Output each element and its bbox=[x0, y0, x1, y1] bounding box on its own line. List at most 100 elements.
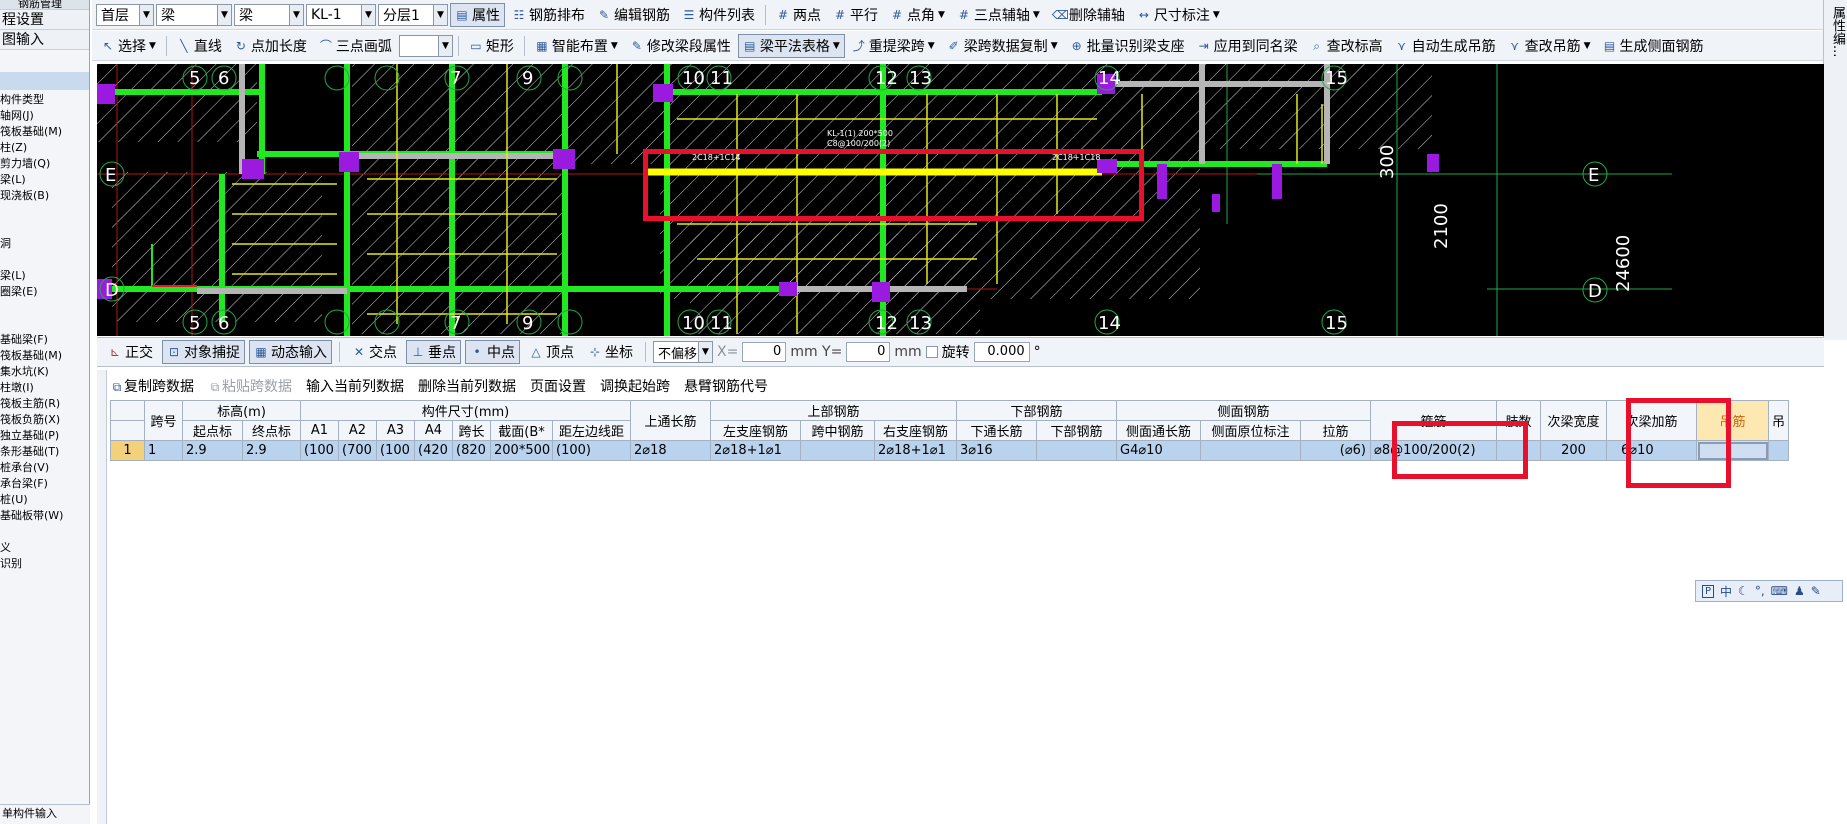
cell-end-elev[interactable]: 2.9 bbox=[242, 440, 301, 461]
tree-item[interactable]: 梁(L) bbox=[0, 172, 88, 188]
keyboard-icon[interactable]: ⌨ bbox=[1771, 584, 1788, 598]
tree-item[interactable]: 柱(Z) bbox=[0, 140, 88, 156]
offset-select[interactable]: 不偏移 ▼ bbox=[653, 341, 713, 363]
tree-item[interactable]: 圈梁(E) bbox=[0, 284, 88, 300]
ime-mode-label[interactable]: 中 bbox=[1720, 583, 1732, 600]
input-column-button[interactable]: 输入当前列数据 bbox=[306, 376, 404, 396]
cell-a1[interactable]: (100 bbox=[300, 440, 339, 461]
tree-item[interactable] bbox=[0, 252, 88, 268]
cell-a2[interactable]: (700 bbox=[338, 440, 377, 461]
swap-start-span-button[interactable]: 调换起始跨 bbox=[600, 376, 670, 396]
tree-item[interactable]: 剪力墙(Q) bbox=[0, 156, 88, 172]
tree-item[interactable]: 桩承台(V) bbox=[0, 460, 88, 476]
cell-secondary-width[interactable]: 200 bbox=[1540, 440, 1607, 461]
check-elevation-button[interactable]: ⌕ 查改标高 bbox=[1305, 34, 1388, 58]
smart-layout-button[interactable]: ▦ 智能布置 ▼ bbox=[530, 34, 623, 58]
cell-side-continuous[interactable]: G4⌀10 bbox=[1116, 440, 1201, 461]
side-rebar-button[interactable]: ▤ 生成侧面钢筋 bbox=[1598, 34, 1709, 58]
span-copy-button[interactable]: ✐ 梁跨数据复制 ▼ bbox=[942, 34, 1063, 58]
intersection-snap-toggle[interactable]: ✕ 交点 bbox=[347, 340, 402, 364]
copy-span-data-button[interactable]: ⧉ 复制跨数据 bbox=[110, 376, 194, 396]
tree-item[interactable]: 桩(U) bbox=[0, 492, 88, 508]
cell-right-support[interactable]: 2⌀18+1⌀1 bbox=[874, 440, 957, 461]
tree-item[interactable]: 集水坑(K) bbox=[0, 364, 88, 380]
auto-hanger-button[interactable]: ⋎ 自动生成吊筋 bbox=[1390, 34, 1501, 58]
rectangle-button[interactable]: ▭ 矩形 bbox=[464, 34, 519, 58]
tree-item[interactable]: 柱墩(I) bbox=[0, 380, 88, 396]
modify-beam-segment-button[interactable]: ✎ 修改梁段属性 bbox=[625, 34, 736, 58]
component-select[interactable]: KL-1 ▼ bbox=[306, 3, 376, 26]
delete-axis-button[interactable]: ⌫ 删除辅轴 bbox=[1047, 3, 1130, 27]
cell-hanger-extra[interactable] bbox=[1768, 440, 1789, 461]
cell-side-original[interactable] bbox=[1200, 440, 1301, 461]
three-point-arc-button[interactable]: ⌒ 三点画弧 bbox=[314, 34, 397, 58]
y-input[interactable]: 0 bbox=[846, 342, 891, 362]
page-setup-button[interactable]: 页面设置 bbox=[530, 376, 586, 396]
rebar-layout-button[interactable]: ☷ 钢筋排布 bbox=[507, 3, 590, 27]
ortho-toggle[interactable]: ⊾ 正交 bbox=[103, 340, 158, 364]
cell-a3[interactable]: (100 bbox=[376, 440, 415, 461]
tree-item[interactable]: 义 bbox=[0, 540, 88, 556]
punctuation-icon[interactable]: °, bbox=[1755, 584, 1765, 598]
subtype-select[interactable]: 梁 ▼ bbox=[234, 3, 304, 26]
cell-tie-bar[interactable]: (⌀6) bbox=[1300, 440, 1371, 461]
select-button[interactable]: ↖ 选择 ▼ bbox=[96, 34, 161, 58]
rotate-checkbox[interactable] bbox=[925, 346, 938, 358]
single-component-input[interactable]: 单构件输入 bbox=[0, 804, 90, 824]
cell-offset[interactable]: (100) bbox=[552, 440, 631, 461]
tree-item[interactable]: 筏板基础(M) bbox=[0, 124, 88, 140]
tree-item[interactable]: 轴网(J) bbox=[0, 108, 88, 124]
cell-mid-span[interactable] bbox=[800, 440, 875, 461]
dynamic-input-toggle[interactable]: ▦ 动态输入 bbox=[249, 340, 332, 364]
properties-button[interactable]: ▤ 属性 bbox=[450, 2, 505, 27]
tree-item[interactable]: 洞 bbox=[0, 236, 88, 252]
ime-toolbar[interactable]: P 中 ☾ °, ⌨ ♟ ✎ bbox=[1695, 580, 1843, 602]
object-snap-toggle[interactable]: ⊡ 对象捕捉 bbox=[162, 340, 245, 364]
tree-item[interactable] bbox=[0, 316, 88, 332]
cell-span-length[interactable]: (820 bbox=[452, 440, 491, 461]
tree-item[interactable]: 条形基础(T) bbox=[0, 444, 88, 460]
moon-icon[interactable]: ☾ bbox=[1738, 584, 1749, 598]
delete-column-button[interactable]: 删除当前列数据 bbox=[418, 376, 516, 396]
batch-identify-button[interactable]: ⊕ 批量识别梁支座 bbox=[1065, 34, 1190, 58]
cell-bottom-rebar[interactable] bbox=[1036, 440, 1117, 461]
point-angle-button[interactable]: # 点角 ▼ bbox=[885, 3, 950, 27]
table-row[interactable]: 1 1 2.9 2.9 (100 (700 (100 (420 (820 200… bbox=[110, 440, 1789, 461]
x-input[interactable]: 0 bbox=[742, 342, 787, 362]
user-icon[interactable]: ♟ bbox=[1794, 584, 1805, 598]
cell-span-no[interactable]: 1 bbox=[144, 440, 183, 461]
tree-item[interactable]: 筏板主筋(R) bbox=[0, 396, 88, 412]
type-select[interactable]: 梁 ▼ bbox=[156, 3, 232, 26]
tree-item[interactable]: 筏板基础(M) bbox=[0, 348, 88, 364]
properties-side-tab[interactable]: 属性编... bbox=[1823, 0, 1847, 340]
point-length-button[interactable]: ↻ 点加长度 bbox=[229, 34, 312, 58]
row-index[interactable]: 1 bbox=[110, 440, 145, 461]
tree-item[interactable]: 构件类型 bbox=[0, 92, 88, 108]
tree-item[interactable]: 筏板负筋(X) bbox=[0, 412, 88, 428]
rotate-input[interactable]: 0.000 bbox=[973, 342, 1030, 362]
section-drawing-input[interactable]: 图输入 bbox=[0, 30, 89, 50]
cantilever-code-button[interactable]: 悬臂钢筋代号 bbox=[684, 376, 768, 396]
tree-item[interactable] bbox=[0, 300, 88, 316]
check-hanger-button[interactable]: ⋎ 查改吊筋 ▼ bbox=[1503, 34, 1596, 58]
cell-left-support[interactable]: 2⌀18+1⌀1 bbox=[710, 440, 801, 461]
tree-item[interactable] bbox=[0, 220, 88, 236]
edit-rebar-button[interactable]: ✎ 编辑钢筋 bbox=[592, 3, 675, 27]
parallel-axis-button[interactable]: # 平行 bbox=[828, 3, 883, 27]
wrench-icon[interactable]: ✎ bbox=[1811, 584, 1821, 598]
arc-option-select[interactable]: ▼ bbox=[398, 34, 453, 57]
section-project-settings[interactable]: 程设置 bbox=[0, 10, 89, 30]
cell-section[interactable]: 200*500 bbox=[490, 440, 553, 461]
dimension-button[interactable]: ↔ 尺寸标注 ▼ bbox=[1132, 3, 1225, 27]
tree-item[interactable]: 现浇板(B) bbox=[0, 188, 88, 204]
floor-select[interactable]: 首层 ▼ bbox=[96, 3, 154, 26]
three-point-axis-button[interactable]: # 三点辅轴 ▼ bbox=[952, 3, 1045, 27]
apply-same-name-button[interactable]: ⇥ 应用到同名梁 bbox=[1192, 34, 1303, 58]
tree-item[interactable]: 梁(L) bbox=[0, 268, 88, 284]
beam-table-button[interactable]: ▤ 梁平法表格 ▼ bbox=[737, 33, 845, 58]
perpendicular-snap-toggle[interactable]: ⊥ 垂点 bbox=[406, 340, 461, 364]
two-point-axis-button[interactable]: # 两点 bbox=[771, 3, 826, 27]
paste-span-data-button[interactable]: ⧉ 粘贴跨数据 bbox=[208, 376, 292, 396]
tree-item[interactable]: 识别 bbox=[0, 556, 88, 572]
vertex-snap-toggle[interactable]: △ 顶点 bbox=[524, 340, 579, 364]
